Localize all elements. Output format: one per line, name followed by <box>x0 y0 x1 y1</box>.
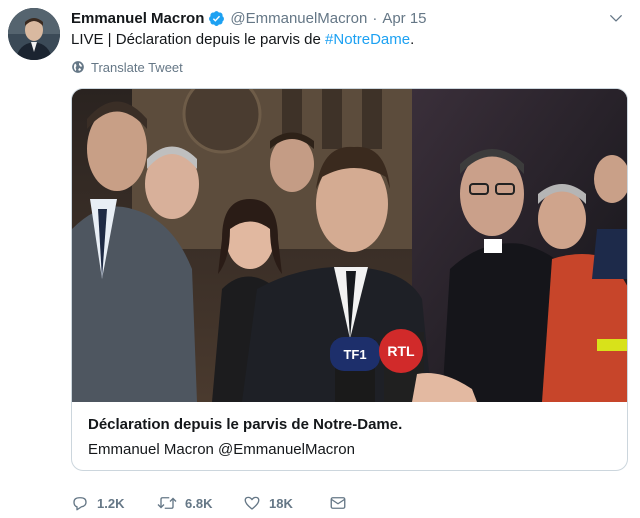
tweet-date[interactable]: Apr 15 <box>382 10 426 27</box>
share-mail-icon <box>330 497 346 509</box>
retweet-button[interactable]: 6.8K <box>157 494 243 512</box>
avatar[interactable] <box>8 8 60 60</box>
verified-badge-icon <box>208 10 225 27</box>
translate-label: Translate Tweet <box>91 59 183 75</box>
reply-button[interactable]: 1.2K <box>71 494 157 512</box>
header-separator: · <box>372 9 378 27</box>
hashtag-link[interactable]: #NotreDame <box>325 31 410 48</box>
globe-icon <box>72 61 84 73</box>
heart-icon <box>244 496 260 510</box>
chevron-down-icon[interactable] <box>608 10 624 26</box>
author-handle[interactable]: @EmmanuelMacron <box>230 10 367 27</box>
share-button[interactable] <box>329 494 415 512</box>
card-video-thumbnail[interactable]: TF1 RTL <box>72 89 627 402</box>
tweet-text-prefix: LIVE | Déclaration depuis le parvis de <box>71 31 326 48</box>
card-subtitle: Emmanuel Macron @EmmanuelMacron <box>88 441 355 458</box>
reply-icon <box>73 497 87 511</box>
retweet-count: 6.8K <box>185 495 213 511</box>
retweet-icon <box>157 497 177 509</box>
tweet-text: LIVE | Déclaration depuis le parvis de #… <box>71 30 414 50</box>
mic-label-tf1: TF1 <box>343 347 366 362</box>
card-title: Déclaration depuis le parvis de Notre-Da… <box>88 416 403 433</box>
video-frame-image: TF1 RTL <box>72 89 627 402</box>
avatar-image <box>8 8 60 60</box>
reply-count: 1.2K <box>97 495 125 511</box>
like-button[interactable]: 18K <box>243 494 329 512</box>
like-count: 18K <box>269 495 293 511</box>
tweet-header: Emmanuel Macron @EmmanuelMacron · Apr 15 <box>71 8 427 28</box>
tweet-text-suffix: . <box>410 31 415 48</box>
mic-label-rtl: RTL <box>387 343 415 359</box>
tweet-actions: 1.2K 6.8K 18K <box>71 493 415 513</box>
translate-tweet-link[interactable]: Translate Tweet <box>71 58 183 76</box>
author-name[interactable]: Emmanuel Macron <box>71 10 204 27</box>
link-card[interactable]: TF1 RTL Déclaration depuis le parvis de … <box>71 88 628 471</box>
